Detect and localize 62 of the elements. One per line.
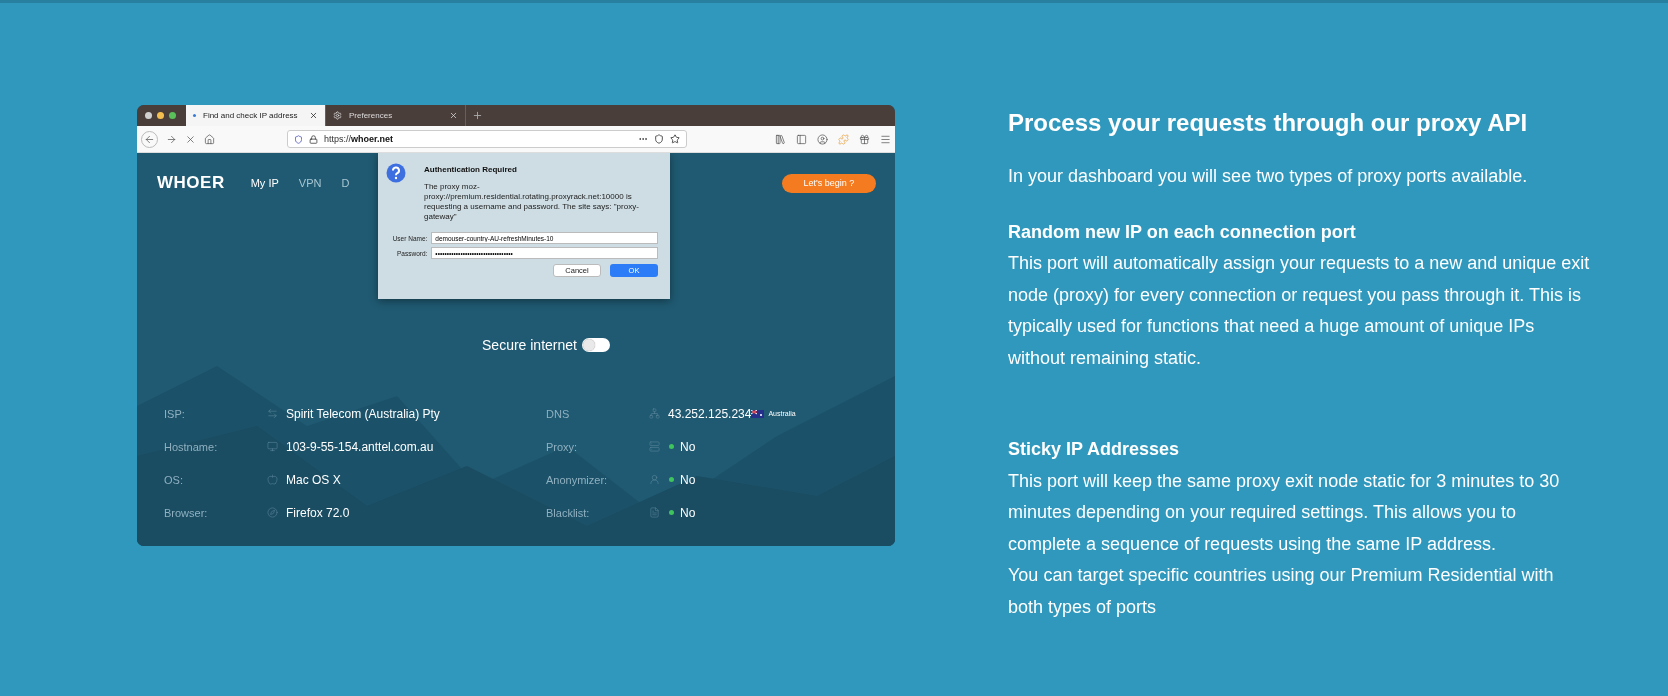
toggle-label: Secure internet: [482, 337, 577, 353]
section-heading: Random new IP on each connection port: [1008, 220, 1357, 244]
address-bar[interactable]: https://whoer.net: [287, 130, 687, 148]
minimize-icon[interactable]: [157, 112, 164, 119]
nav-link[interactable]: D: [341, 177, 350, 189]
info-label: Proxy:: [546, 440, 579, 453]
blacklist-icon: [649, 507, 660, 518]
flag-icon: [751, 409, 765, 418]
gear-icon: [333, 111, 342, 120]
question-icon: [386, 163, 406, 183]
account-icon[interactable]: [817, 133, 828, 145]
info-label: Hostname:: [164, 440, 219, 453]
info-value: Mac OS X: [286, 472, 341, 487]
info-value: 103-9-55-154.anttel.com.au: [286, 439, 434, 454]
info-label: ISP:: [164, 407, 186, 420]
os-icon: [267, 474, 278, 485]
url-text: https://whoer.net: [324, 134, 395, 144]
info-label: Blacklist:: [546, 506, 591, 519]
paragraph: This port will automatically assign your requests to a new and unique exit node (proxy) for every connection or request you pass through it. This is typically used for functions that need a huge amount of unique IPs without remaining static.: [1008, 252, 1591, 370]
new-tab-icon[interactable]: [472, 110, 483, 121]
nav-link[interactable]: VPN: [298, 177, 322, 189]
stop-icon[interactable]: [185, 133, 196, 145]
info-value: 43.252.125.234: [668, 406, 752, 421]
browser-tab[interactable]: Find and check IP address: [186, 105, 326, 126]
loading-icon: [193, 114, 196, 117]
intro-text: In your dashboard you will see two types of proxy ports available.: [1008, 165, 1529, 188]
proxy-icon: [649, 441, 660, 452]
info-value: No: [680, 505, 696, 520]
info-value: Spirit Telecom (Australia) Pty: [286, 406, 440, 421]
browser-icon: [267, 507, 278, 518]
anon-icon: [649, 474, 660, 485]
home-icon[interactable]: [204, 133, 215, 145]
site-logo[interactable]: WHOER: [157, 173, 225, 193]
info-label: Anonymizer:: [546, 473, 609, 486]
library-icon[interactable]: [775, 133, 786, 145]
info-value: No: [680, 472, 696, 487]
close-window-icon[interactable]: [145, 112, 152, 119]
info-label: DNS: [546, 407, 571, 420]
info-value: No: [680, 439, 696, 454]
paragraph: This port will keep the same proxy exit node static for 3 minutes to 30 minutes depending on your required settings. This allows you to complete a sequence of requests using the same IP address.: [1008, 469, 1561, 556]
dns-icon: [649, 408, 660, 419]
close-icon[interactable]: [309, 111, 318, 120]
maximize-icon[interactable]: [169, 112, 176, 119]
menu-icon[interactable]: [880, 133, 891, 145]
dialog-message: The proxy moz-proxy://premium.residential.rotating.proxyrack.net:10000 is requesting a username and password. The site says: "proxy-gateway": [424, 182, 640, 222]
info-value: Firefox 72.0: [286, 505, 350, 520]
forward-icon[interactable]: [166, 133, 177, 145]
section-heading: Sticky IP Addresses: [1008, 438, 1181, 461]
info-label: OS:: [164, 473, 184, 486]
isp-icon: [267, 408, 278, 419]
dialog-title: Authentication Required: [424, 165, 518, 174]
star-icon[interactable]: [670, 134, 680, 144]
heading: Process your requests through our proxy API: [1008, 109, 1529, 137]
paragraph: You can target specific countries using our Premium Residential with both types of ports: [1008, 564, 1555, 619]
sidebar-icon[interactable]: [796, 133, 807, 145]
lock-icon: [309, 134, 318, 144]
nav-link[interactable]: My IP: [250, 177, 279, 189]
shield-icon[interactable]: [294, 134, 303, 144]
gift-icon[interactable]: [859, 133, 870, 145]
info-label: Browser:: [164, 506, 209, 519]
host-icon: [267, 441, 278, 452]
secure-toggle[interactable]: [581, 338, 610, 352]
